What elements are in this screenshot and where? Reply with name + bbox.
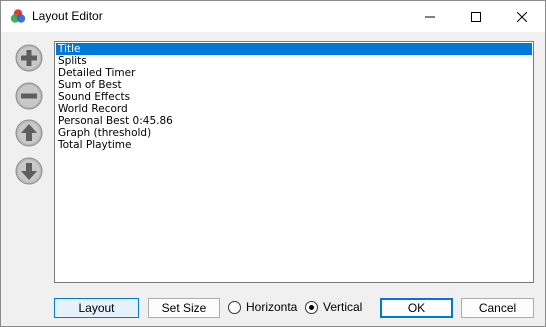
vertical-radio-label[interactable]: Vertical — [323, 300, 362, 314]
list-item[interactable]: Title — [56, 43, 532, 55]
list-item[interactable]: World Record — [56, 103, 532, 115]
arrow-down-icon — [15, 157, 43, 185]
horizontal-radio-label[interactable]: Horizonta — [246, 300, 297, 314]
list-item[interactable]: Splits — [56, 55, 532, 67]
horizontal-radio[interactable] — [228, 301, 241, 314]
list-item-label: Splits — [58, 55, 87, 67]
list-item-label: Total Playtime — [58, 139, 132, 151]
maximize-button[interactable] — [453, 1, 499, 32]
cancel-button[interactable]: Cancel — [461, 298, 534, 318]
arrow-up-icon — [15, 119, 43, 147]
plus-icon — [15, 44, 43, 72]
list-item-label: World Record — [58, 103, 128, 115]
minus-icon — [15, 82, 43, 110]
list-item-label: Title — [58, 43, 81, 55]
set-size-button-label: Set Size — [161, 301, 207, 315]
remove-component-button[interactable] — [14, 81, 44, 111]
list-item-label: Detailed Timer — [58, 67, 136, 79]
move-down-button[interactable] — [14, 156, 44, 186]
ok-button-label: OK — [407, 301, 426, 315]
cancel-button-label: Cancel — [478, 301, 517, 315]
list-item[interactable]: Graph (threshold) — [56, 127, 532, 139]
minimize-button[interactable] — [407, 1, 453, 32]
list-item[interactable]: Personal Best 0:45.86 — [56, 115, 532, 127]
list-item[interactable]: Total Playtime — [56, 139, 532, 151]
set-size-button[interactable]: Set Size — [148, 298, 220, 318]
minimize-icon — [425, 16, 435, 17]
list-item-label: Graph (threshold) — [58, 127, 152, 139]
list-item-label: Sum of Best — [58, 79, 122, 91]
app-icon — [10, 9, 26, 23]
list-item-label: Personal Best 0:45.86 — [58, 115, 173, 127]
layout-settings-button[interactable]: Layout — [54, 298, 139, 318]
components-list[interactable]: Title Splits Detailed Timer Sum of Best … — [54, 41, 534, 283]
list-item-label: Sound Effects — [58, 91, 131, 103]
radio-selected-dot — [309, 305, 314, 310]
ok-button[interactable]: OK — [380, 298, 453, 318]
list-item[interactable]: Sum of Best — [56, 79, 532, 91]
title-bar[interactable]: Layout Editor — [1, 1, 545, 32]
add-component-button[interactable] — [14, 43, 44, 73]
vertical-radio[interactable] — [305, 301, 318, 314]
layout-button-label: Layout — [78, 301, 115, 315]
move-up-button[interactable] — [14, 118, 44, 148]
maximize-icon — [471, 11, 481, 22]
close-button[interactable] — [499, 1, 545, 32]
window-title: Layout Editor — [32, 9, 103, 23]
layout-editor-window: Layout Editor Title Splits Detailed Time… — [0, 0, 546, 327]
list-item[interactable]: Sound Effects — [56, 91, 532, 103]
close-icon — [517, 11, 527, 22]
list-item[interactable]: Detailed Timer — [56, 67, 532, 79]
